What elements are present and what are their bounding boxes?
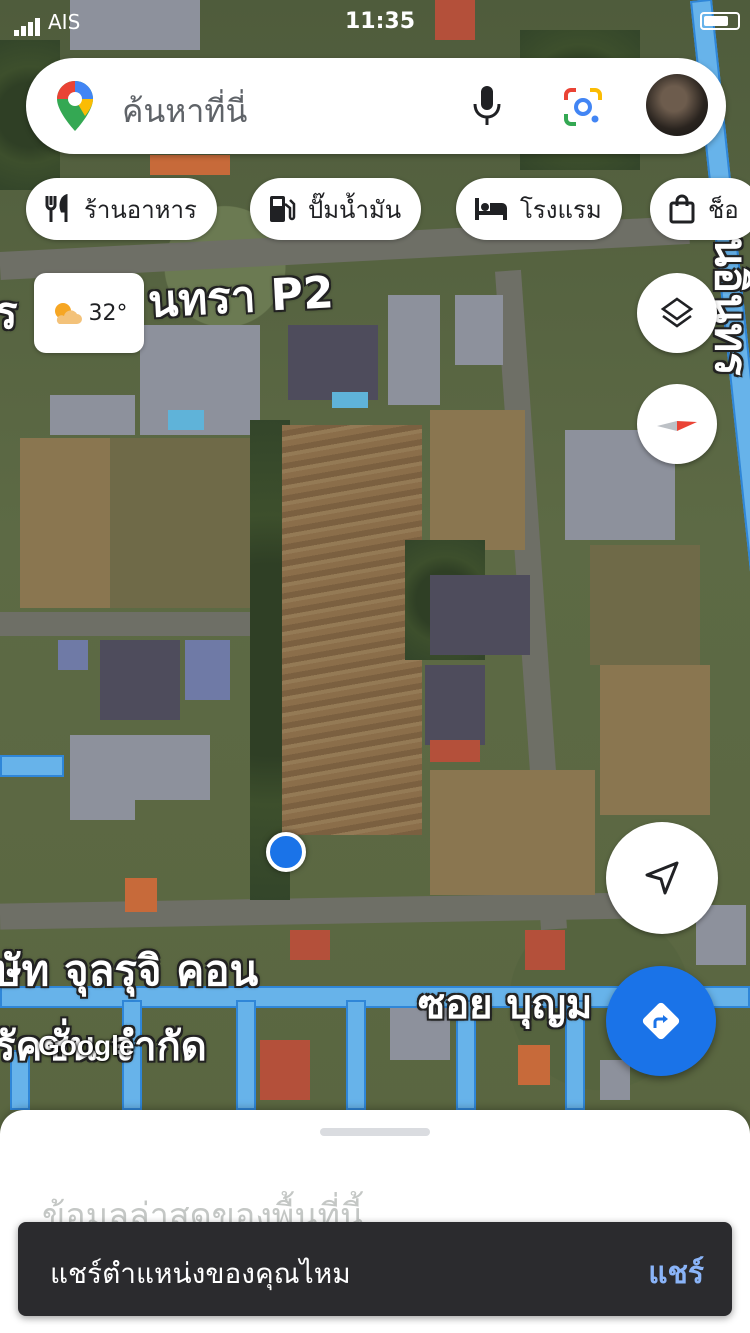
chip-label: ช็อ xyxy=(708,195,739,224)
building xyxy=(430,575,530,655)
building xyxy=(150,155,230,175)
current-location-dot xyxy=(266,832,306,872)
dry-field xyxy=(282,425,422,835)
search-input[interactable]: ค้นหาที่นี่ xyxy=(122,86,247,137)
building xyxy=(455,295,503,365)
compass-icon xyxy=(657,421,697,431)
building xyxy=(260,1040,310,1100)
highlighted-road xyxy=(236,1000,256,1110)
highlighted-road xyxy=(346,1000,366,1110)
road-label: นทรา P2 xyxy=(146,267,335,328)
building xyxy=(70,770,135,820)
chip-shopping[interactable]: ช็อ xyxy=(650,178,750,240)
layers-button[interactable] xyxy=(637,273,717,353)
weather-badge[interactable]: 32° xyxy=(34,273,144,353)
building xyxy=(288,325,378,400)
building xyxy=(58,640,88,670)
field xyxy=(430,770,595,895)
building xyxy=(600,1060,630,1100)
battery-icon xyxy=(700,12,740,30)
building xyxy=(125,878,157,912)
building xyxy=(430,740,480,762)
chip-gas-stations[interactable]: ปั๊มน้ำมัน xyxy=(250,178,422,240)
building xyxy=(388,295,440,405)
navigation-arrow-icon xyxy=(645,861,679,895)
layers-icon xyxy=(660,297,694,328)
pool xyxy=(332,392,368,408)
soi-label: ซอย บุญม xyxy=(418,982,593,1028)
road xyxy=(0,612,250,636)
field xyxy=(20,438,110,608)
clock: 11:35 xyxy=(345,9,416,34)
building xyxy=(425,665,485,745)
field xyxy=(600,665,710,815)
shopping-bag-icon xyxy=(669,194,695,224)
field xyxy=(430,410,525,550)
directions-icon xyxy=(642,1002,680,1040)
field xyxy=(110,438,250,608)
carrier-name: AIS xyxy=(48,10,81,34)
microphone-icon[interactable] xyxy=(472,84,502,128)
avatar[interactable] xyxy=(646,74,708,136)
gas-station-icon xyxy=(270,196,296,222)
hotel-icon xyxy=(475,198,507,220)
drag-handle[interactable] xyxy=(320,1128,430,1136)
chip-label: ปั๊มน้ำมัน xyxy=(308,195,402,224)
carrier: AIS xyxy=(14,10,80,36)
chip-hotels[interactable]: โรงแรม xyxy=(456,178,622,240)
chip-label: ร้านอาหาร xyxy=(84,195,197,224)
road-label-prefix: ร xyxy=(0,288,18,339)
chip-label: โรงแรม xyxy=(520,195,602,224)
building xyxy=(50,395,135,435)
compass-button[interactable] xyxy=(637,384,717,464)
building xyxy=(518,1045,550,1085)
google-lens-icon[interactable] xyxy=(562,86,604,128)
my-location-button[interactable] xyxy=(606,822,718,934)
share-location-snackbar: แชร์ตำแหน่งของคุณไหม แชร์ xyxy=(18,1222,732,1316)
signal-icon xyxy=(14,12,42,36)
temperature: 32° xyxy=(88,300,128,326)
partly-cloudy-icon xyxy=(54,303,82,324)
restaurant-icon xyxy=(45,194,68,222)
building xyxy=(185,640,230,700)
snackbar-message: แชร์ตำแหน่งของคุณไหม xyxy=(50,1257,351,1290)
company-label-line1: ษัท จุลรุจิ คอน xyxy=(0,946,259,995)
share-button[interactable]: แชร์ xyxy=(648,1250,704,1297)
google-watermark: Google xyxy=(38,1030,135,1061)
building xyxy=(525,930,565,970)
pool xyxy=(168,410,204,430)
search-bar[interactable]: ค้นหาที่นี่ xyxy=(26,58,726,154)
highlighted-road xyxy=(0,755,64,777)
chip-restaurants[interactable]: ร้านอาหาร xyxy=(26,178,217,240)
field xyxy=(590,545,700,665)
building xyxy=(290,930,330,960)
building xyxy=(100,640,180,720)
status-bar: AIS 11:35 xyxy=(0,0,750,44)
google-maps-pin-icon xyxy=(57,81,93,131)
directions-button[interactable] xyxy=(606,966,716,1076)
